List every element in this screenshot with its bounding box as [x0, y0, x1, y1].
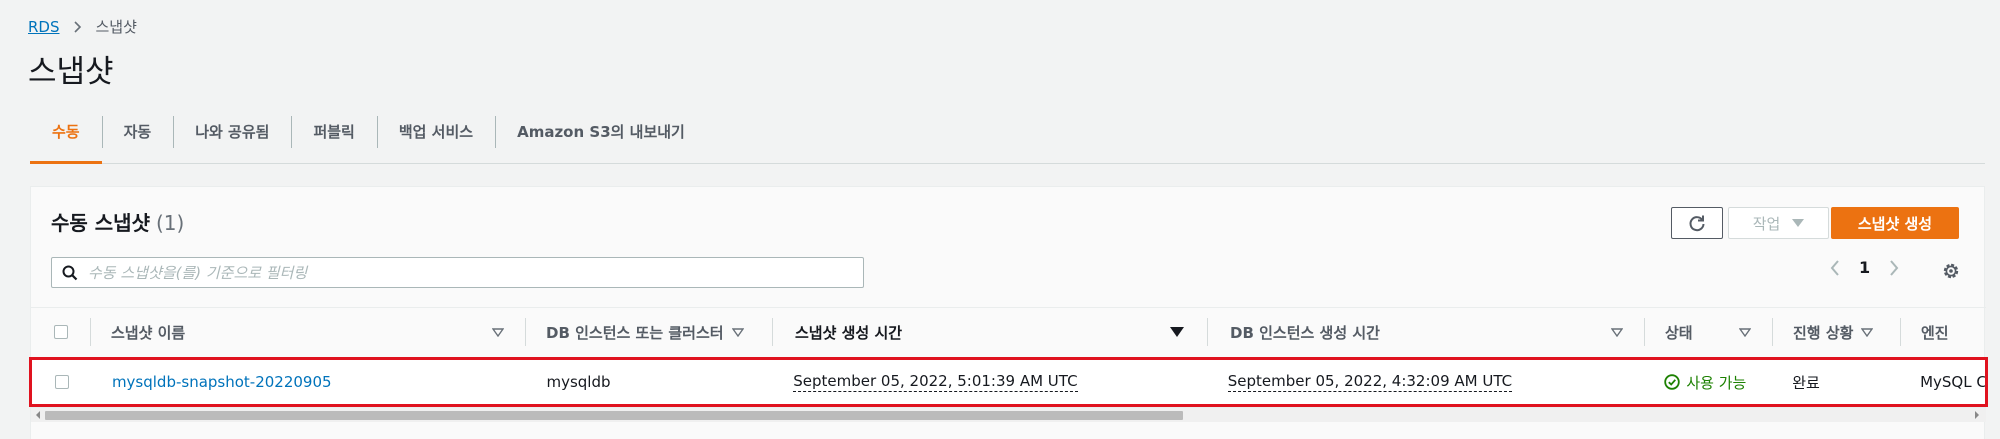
tab-bar: 수동 자동 나와 공유됨 퍼블릭 백업 서비스 Amazon S3의 내보내기 — [30, 112, 1985, 164]
sort-icon — [1739, 327, 1751, 337]
tab-label: 자동 — [123, 123, 152, 141]
tab-label: 퍼블릭 — [313, 123, 355, 141]
tab-automated[interactable]: 자동 — [101, 112, 174, 163]
tab-exports-in-s3[interactable]: Amazon S3의 내보내기 — [495, 112, 707, 163]
scrollbar-thumb[interactable] — [45, 411, 1183, 420]
refresh-button[interactable] — [1671, 207, 1723, 239]
tab-label: 수동 — [52, 123, 80, 141]
snapshot-name-link[interactable]: mysqldb-snapshot-20220905 — [112, 373, 332, 391]
snapshot-count: (1) — [155, 211, 185, 235]
instance-time-value[interactable]: September 05, 2022, 4:32:09 AM UTC — [1227, 372, 1513, 392]
status-badge: 사용 가능 — [1664, 372, 1746, 393]
tab-manual[interactable]: 수동 — [30, 112, 102, 164]
sort-icon — [731, 327, 744, 337]
sort-descending-icon — [1170, 327, 1184, 337]
horizontal-scrollbar[interactable] — [31, 407, 1986, 422]
current-page-number[interactable]: 1 — [1859, 258, 1870, 277]
breadcrumb-current: 스냅샷 — [95, 18, 137, 36]
column-label: 스냅샷 생성 시간 — [795, 323, 903, 342]
row-checkbox[interactable] — [54, 375, 69, 389]
column-label: 상태 — [1665, 323, 1693, 342]
snapshot-time-cell: September 05, 2022, 5:01:39 AM UTC — [773, 360, 1208, 404]
column-label: DB 인스턴스 생성 시간 — [1230, 323, 1380, 342]
select-all-checkbox[interactable] — [54, 325, 68, 339]
tab-shared-with-me[interactable]: 나와 공유됨 — [173, 112, 291, 163]
filter-search-field[interactable] — [51, 257, 864, 288]
search-icon — [62, 265, 78, 281]
db-instance-cell: mysqldb — [546, 373, 611, 391]
breadcrumb-rds-link[interactable]: RDS — [28, 18, 60, 36]
table-header: 스냅샷 이름 DB 인스턴스 또는 클러스터 스냅샷 생성 시간 DB 인스턴스… — [31, 307, 1986, 356]
chevron-right-icon — [73, 20, 82, 33]
pagination: 1 — [1829, 258, 1900, 277]
prev-page-icon[interactable] — [1829, 259, 1841, 277]
table-row[interactable]: mysqldb-snapshot-20220905 mysqldb Septem… — [29, 357, 1988, 407]
sort-icon — [492, 327, 504, 337]
snapshot-time-value[interactable]: September 05, 2022, 5:01:39 AM UTC — [793, 372, 1078, 392]
caret-down-icon — [1792, 219, 1805, 227]
select-all-cell — [31, 308, 91, 356]
column-header-snapshot-name[interactable]: 스냅샷 이름 — [91, 308, 526, 356]
tab-label: Amazon S3의 내보내기 — [517, 123, 685, 141]
sort-icon — [1611, 327, 1623, 337]
breadcrumb: RDS 스냅샷 — [28, 16, 137, 37]
column-header-instance-time[interactable]: DB 인스턴스 생성 시간 — [1208, 308, 1645, 356]
container-title: 수동 스냅샷 (1) — [51, 207, 184, 236]
tab-label: 백업 서비스 — [398, 123, 474, 141]
column-header-db-instance[interactable]: DB 인스턴스 또는 클러스터 — [526, 308, 773, 356]
page-title: 스냅샷 — [28, 54, 114, 90]
column-label: 엔진 — [1921, 323, 1949, 342]
sort-icon — [1861, 327, 1874, 337]
status-cell: 사용 가능 — [1644, 360, 1772, 404]
column-header-progress[interactable]: 진행 상황 — [1773, 308, 1901, 356]
next-page-icon[interactable] — [1888, 259, 1900, 277]
column-label: DB 인스턴스 또는 클러스터 — [546, 323, 724, 342]
column-header-engine[interactable]: 엔진 — [1901, 308, 1986, 356]
check-circle-icon — [1664, 374, 1681, 390]
scroll-right-icon[interactable] — [1972, 410, 1982, 420]
instance-time-cell: September 05, 2022, 4:32:09 AM UTC — [1208, 360, 1645, 404]
container-title-text: 수동 스냅샷 — [51, 211, 150, 235]
progress-cell: 완료 — [1792, 373, 1820, 392]
filter-input[interactable] — [88, 263, 848, 282]
tab-backup-service[interactable]: 백업 서비스 — [376, 112, 495, 163]
column-header-status[interactable]: 상태 — [1645, 308, 1773, 356]
column-label: 진행 상황 — [1793, 323, 1854, 342]
snapshots-container: 수동 스냅샷(1) 작업 스냅샷 생성 1 — [29, 186, 1988, 439]
column-label: 스냅샷 이름 — [111, 323, 186, 342]
actions-label: 작업 — [1752, 214, 1781, 233]
snapshot-name-cell: mysqldb-snapshot-20220905 — [92, 360, 527, 404]
gear-icon[interactable] — [1941, 261, 1961, 281]
engine-cell: MySQL Co — [1920, 373, 1985, 391]
scroll-left-icon[interactable] — [33, 410, 43, 420]
status-text: 사용 가능 — [1686, 373, 1747, 392]
row-select-cell — [32, 360, 92, 404]
tab-label: 나와 공유됨 — [195, 123, 270, 141]
tab-public[interactable]: 퍼블릭 — [291, 112, 376, 163]
actions-dropdown[interactable]: 작업 — [1728, 207, 1829, 239]
column-header-snapshot-time[interactable]: 스냅샷 생성 시간 — [773, 308, 1208, 356]
create-snapshot-button[interactable]: 스냅샷 생성 — [1831, 207, 1959, 239]
refresh-icon — [1687, 213, 1707, 233]
